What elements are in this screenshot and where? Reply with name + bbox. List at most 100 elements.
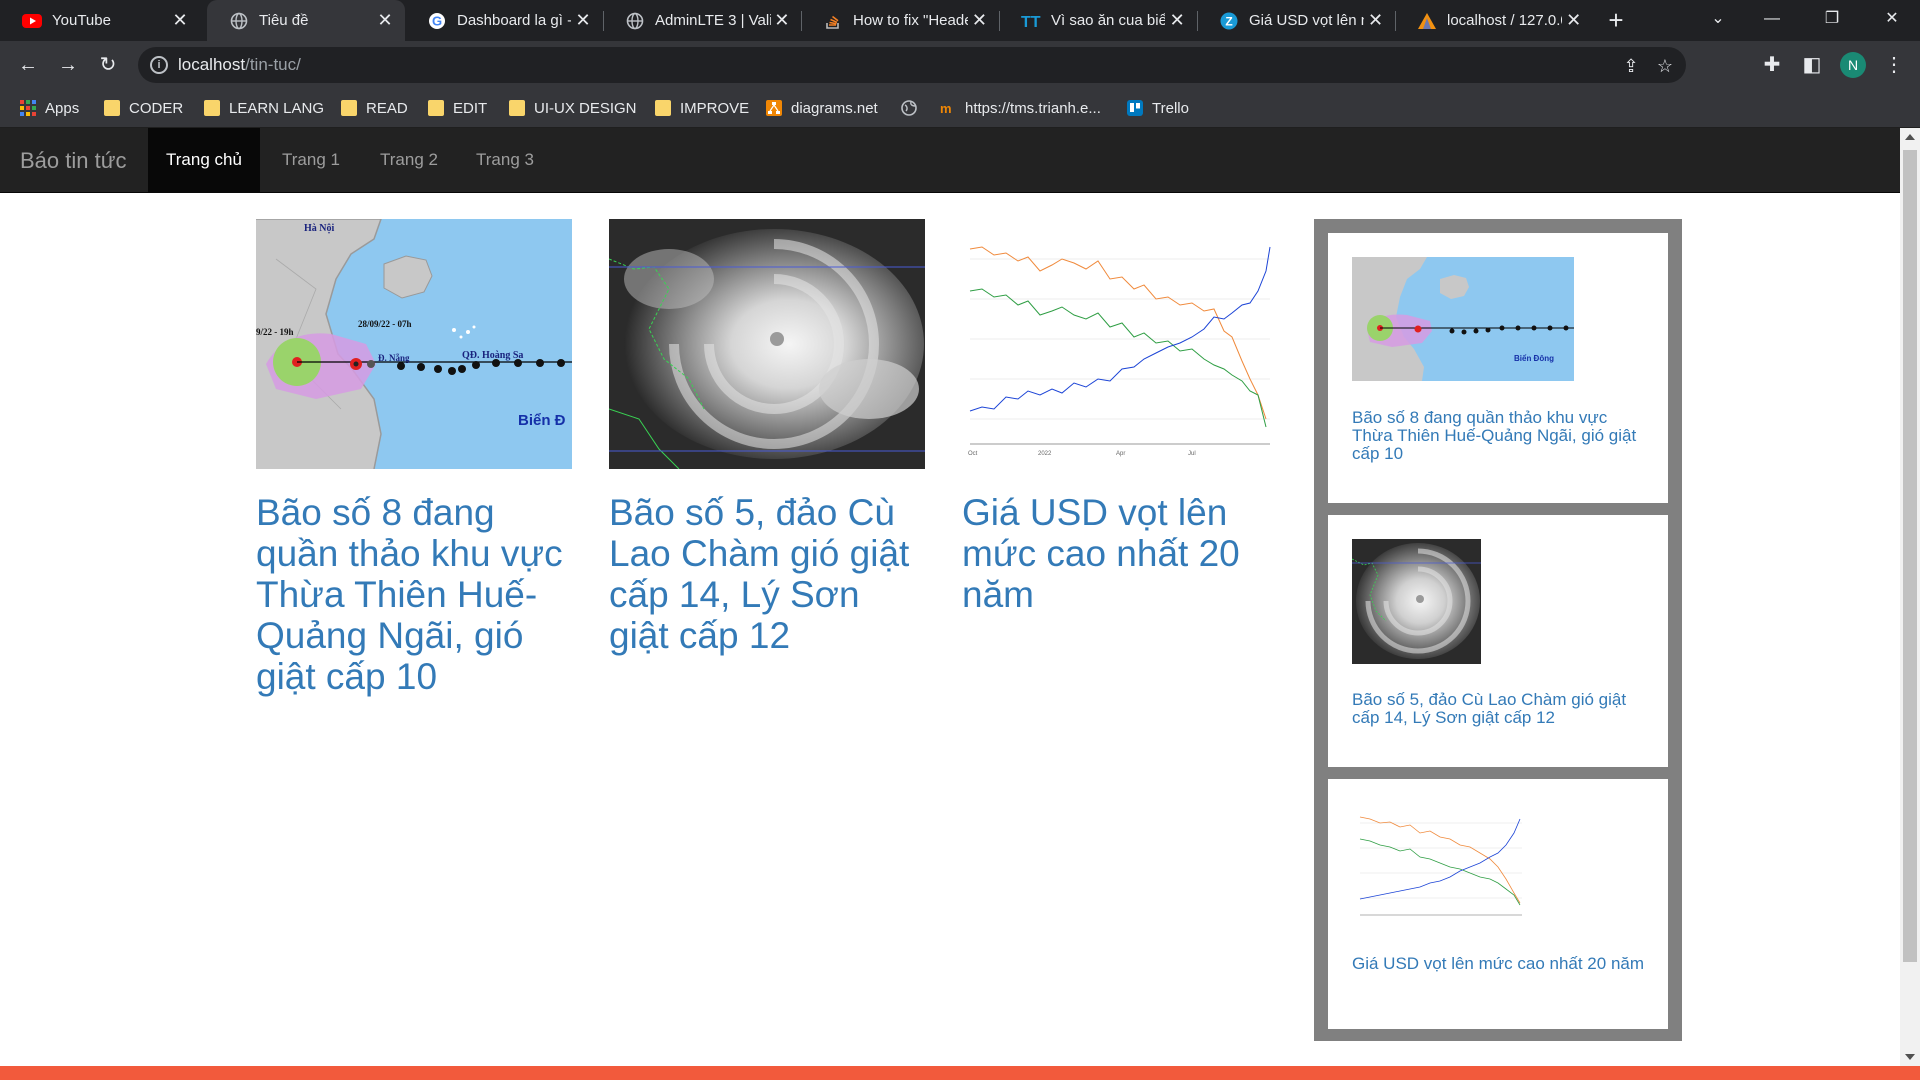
close-tab-icon[interactable]: ✕	[1364, 10, 1387, 31]
bookmark-diagrams[interactable]: diagrams.net	[766, 89, 878, 127]
tab-localhost[interactable]: localhost / 127.0.0 ✕	[1395, 0, 1593, 41]
sidebar-item[interactable]: Bão số 5, đảo Cù Lao Chàm gió giật cấp 1…	[1328, 515, 1668, 767]
address-bar[interactable]: i localhost/tin-tuc/ ⇪ ☆	[138, 47, 1686, 83]
tab-tieu-de[interactable]: Tiêu đề ✕	[207, 0, 405, 41]
bookmark-folder-improve[interactable]: IMPROVE	[655, 89, 749, 127]
sidebar-image-usd-chart[interactable]	[1352, 803, 1527, 927]
nav-page-2[interactable]: Trang 2	[362, 128, 456, 192]
folder-icon	[428, 100, 444, 116]
tab-gia-usd[interactable]: Z Giá USD vọt lên n ✕	[1197, 0, 1395, 41]
tab-vi-sao-an-cua[interactable]: TT Vì sao ăn cua biể ✕	[999, 0, 1197, 41]
side-panel-icon[interactable]: ◧	[1796, 49, 1828, 81]
browser-tab-strip: YouTube ✕ Tiêu đề ✕ G Dashboard la gì - …	[0, 0, 1920, 41]
restore-button[interactable]: ❐	[1802, 0, 1862, 41]
page-scrollbar[interactable]	[1900, 128, 1920, 1066]
nav-page-1[interactable]: Trang 1	[264, 128, 358, 192]
apps-grid-icon	[20, 100, 36, 116]
sidebar-related-news: Biển Đông Bão số 8 đang quần thảo khu vự…	[1314, 219, 1682, 1041]
bookmark-label: EDIT	[453, 99, 488, 117]
sidebar-item[interactable]: Giá USD vọt lên mức cao nhất 20 năm	[1328, 779, 1668, 1029]
back-arrow-icon[interactable]: ←	[12, 49, 44, 81]
tab-youtube[interactable]: YouTube ✕	[0, 0, 200, 41]
article-title-link[interactable]: Bão số 8 đang quần thảo khu vực Thừa Thi…	[256, 492, 572, 697]
bookmark-folder-read[interactable]: READ	[341, 89, 408, 127]
nav-page-3[interactable]: Trang 3	[458, 128, 552, 192]
tab-search-chevron-icon[interactable]: ⌄	[1688, 0, 1748, 41]
close-tab-icon[interactable]: ✕	[168, 10, 192, 31]
tab-how-to-fix[interactable]: How to fix "Heade ✕	[801, 0, 999, 41]
zing-icon: Z	[1219, 11, 1239, 31]
minimize-button[interactable]: —	[1742, 0, 1802, 41]
bookmark-label: CODER	[129, 99, 184, 117]
bookmark-label: Apps	[45, 99, 80, 117]
article-image-storm-map[interactable]: Hà Nội 28/09/22 - 07h 9/22 - 19h Đ. Nẵng…	[256, 219, 572, 469]
sidebar-title-link[interactable]: Bão số 5, đảo Cù Lao Chàm gió giật cấp 1…	[1352, 691, 1647, 727]
bookmark-trello[interactable]: Trello	[1127, 89, 1189, 127]
forward-arrow-icon[interactable]: →	[52, 49, 84, 81]
svg-text:2022: 2022	[1038, 451, 1052, 457]
article-title-link[interactable]: Bão số 5, đảo Cù Lao Chàm gió giật cấp 1…	[609, 492, 925, 656]
globe-icon	[229, 11, 249, 31]
close-window-button[interactable]: ✕	[1862, 0, 1920, 41]
folder-icon	[655, 100, 671, 116]
url-path: /tin-tuc/	[245, 55, 301, 74]
folder-icon	[104, 100, 120, 116]
bookmark-apps[interactable]: Apps	[20, 89, 79, 127]
tab-title: localhost / 127.0.0	[1447, 12, 1563, 29]
tab-title: AdminLTE 3 | Valic	[655, 12, 771, 29]
bookmark-folder-ui-ux-design[interactable]: UI-UX DESIGN	[509, 89, 637, 127]
close-tab-icon[interactable]: ✕	[571, 10, 595, 31]
bookmark-label: READ	[366, 99, 408, 117]
close-tab-icon[interactable]: ✕	[968, 10, 991, 31]
article-image-usd-chart[interactable]: Oct 2022 Apr Jul	[962, 219, 1278, 469]
bookmark-star-icon[interactable]: ☆	[1652, 53, 1678, 79]
article-title-link[interactable]: Giá USD vọt lên mức cao nhất 20 năm	[962, 492, 1278, 615]
scroll-up-arrow-icon[interactable]	[1905, 134, 1915, 140]
sidebar-title-link[interactable]: Bão số 8 đang quần thảo khu vực Thừa Thi…	[1352, 409, 1647, 463]
nav-home[interactable]: Trang chủ	[148, 128, 260, 192]
bookmark-folder-learn-lang[interactable]: LEARN LANG	[204, 89, 324, 127]
scroll-down-arrow-icon[interactable]	[1905, 1054, 1915, 1060]
article-card: Oct 2022 Apr Jul Giá USD vọt lên mức cao nh…	[962, 219, 1278, 615]
article-card: Bão số 5, đảo Cù Lao Chàm gió giật cấp 1…	[609, 219, 925, 656]
sidebar-image-storm-map[interactable]: Biển Đông	[1352, 257, 1574, 381]
reload-icon[interactable]: ↻	[92, 49, 124, 81]
browser-toolbar: ← → ↻ i localhost/tin-tuc/ ⇪ ☆ ✚ ◧ N ⋮	[0, 41, 1920, 89]
bookmark-folder-coder[interactable]: CODER	[104, 89, 183, 127]
article-image-satellite[interactable]	[609, 219, 925, 469]
tms-icon: m	[940, 101, 952, 116]
tab-adminlte[interactable]: AdminLTE 3 | Valic ✕	[603, 0, 801, 41]
map-label-danang: Đ. Nẵng	[378, 353, 410, 363]
bookmark-globe[interactable]	[901, 89, 926, 127]
extensions-puzzle-icon[interactable]: ✚	[1756, 49, 1788, 81]
site-info-icon[interactable]: i	[150, 56, 168, 74]
bookmark-tms[interactable]: m https://tms.trianh.e...	[940, 89, 1101, 127]
youtube-icon	[22, 11, 42, 31]
tab-dashboard[interactable]: G Dashboard la gì - ✕	[405, 0, 603, 41]
tab-title: Dashboard la gì -	[457, 12, 572, 29]
sidebar-image-satellite[interactable]	[1352, 539, 1481, 664]
bookmark-label: https://tms.trianh.e...	[965, 99, 1101, 117]
close-tab-icon[interactable]: ✕	[373, 10, 397, 31]
share-icon[interactable]: ⇪	[1618, 53, 1644, 79]
google-icon: G	[427, 11, 447, 31]
bookmark-folder-edit[interactable]: EDIT	[428, 89, 487, 127]
new-tab-button[interactable]: +	[1601, 5, 1631, 35]
scrollbar-thumb[interactable]	[1903, 150, 1917, 962]
sidebar-item[interactable]: Biển Đông Bão số 8 đang quần thảo khu vự…	[1328, 233, 1668, 503]
drawio-icon	[766, 100, 782, 116]
browser-menu-icon[interactable]: ⋮	[1878, 49, 1910, 81]
sidebar-title-link[interactable]: Giá USD vọt lên mức cao nhất 20 năm	[1352, 955, 1647, 973]
close-tab-icon[interactable]: ✕	[1562, 10, 1585, 31]
map-label-time: 28/09/22 - 07h	[358, 319, 412, 329]
svg-text:Z: Z	[1225, 14, 1232, 28]
article-card: Hà Nội 28/09/22 - 07h 9/22 - 19h Đ. Nẵng…	[256, 219, 572, 697]
site-brand[interactable]: Báo tin tức	[20, 148, 126, 174]
profile-avatar[interactable]: N	[1840, 52, 1866, 78]
footer-strip	[0, 1066, 1920, 1080]
close-tab-icon[interactable]: ✕	[771, 10, 793, 31]
map-label-sea: Biển Đông	[1514, 354, 1554, 363]
close-tab-icon[interactable]: ✕	[1165, 10, 1189, 31]
map-label-hoang-sa: QĐ. Hoàng Sa	[462, 350, 523, 361]
tab-title: Tiêu đề	[259, 12, 309, 29]
